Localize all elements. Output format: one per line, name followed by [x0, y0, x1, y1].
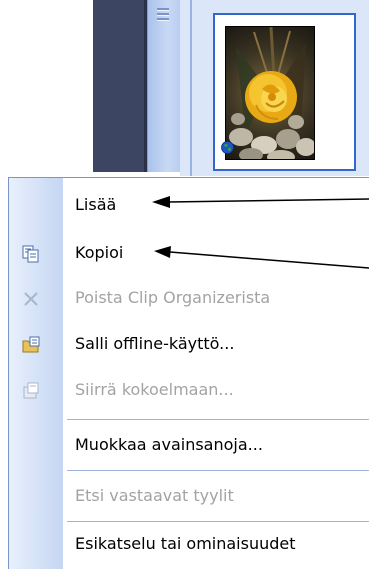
callout-arrow-copy: [169, 251, 369, 269]
callout-arrowhead-insert: [152, 196, 170, 208]
callout-arrow-insert: [167, 198, 369, 203]
callout-arrows: [152, 196, 369, 269]
callout-arrowhead-copy: [154, 246, 171, 258]
